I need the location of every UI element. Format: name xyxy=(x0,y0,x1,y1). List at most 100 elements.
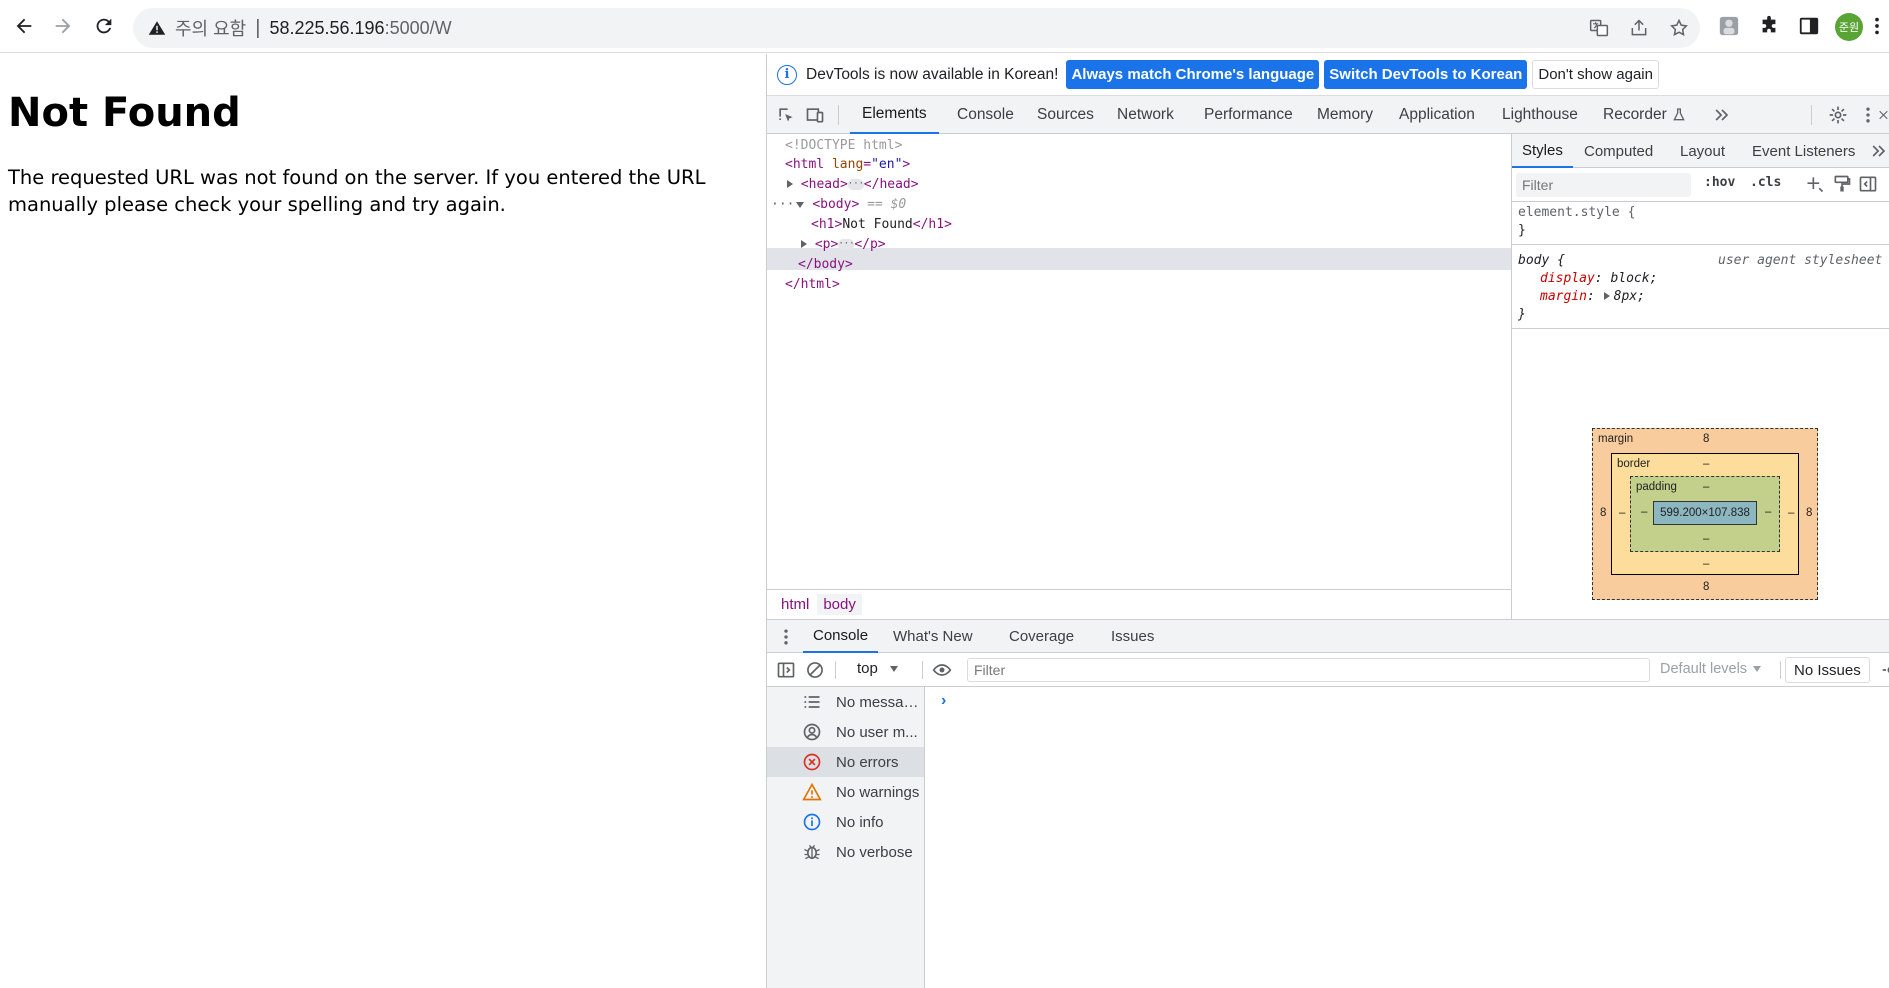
expand-caret-icon[interactable] xyxy=(787,180,793,188)
padding-right-value[interactable]: – xyxy=(1765,506,1771,518)
context-selector[interactable]: top xyxy=(857,660,898,677)
body-ua-rule[interactable]: body {user agent stylesheet display: blo… xyxy=(1512,248,1889,329)
console-filter-info[interactable]: No info xyxy=(767,807,924,837)
console-filter-messages[interactable]: No messag... xyxy=(767,687,924,717)
tab-layout[interactable]: Layout xyxy=(1680,134,1725,168)
dom-h1[interactable]: <h1>Not Found</h1> xyxy=(811,214,952,236)
clear-console-icon[interactable] xyxy=(804,659,826,681)
ellipsis-icon[interactable]: ··· xyxy=(838,239,855,250)
expand-caret-icon[interactable] xyxy=(801,240,807,248)
more-menu-icon[interactable] xyxy=(1870,13,1884,39)
profile-avatar[interactable]: 준원 xyxy=(1835,13,1863,41)
tab-styles[interactable]: Styles xyxy=(1512,134,1573,168)
extensions-puzzle-icon[interactable] xyxy=(1756,13,1782,39)
dom-p[interactable]: <p>···</p> xyxy=(801,234,886,256)
border-bottom-value[interactable]: – xyxy=(1703,558,1709,570)
padding-bottom-value[interactable]: – xyxy=(1703,533,1709,545)
row-menu-dots[interactable]: ··· xyxy=(771,197,794,212)
language-infobar: i DevTools is now available in Korean! A… xyxy=(767,54,1889,96)
warning-triangle-icon[interactable] xyxy=(147,18,167,38)
border-top-value[interactable]: – xyxy=(1703,458,1709,470)
cls-toggle[interactable]: .cls xyxy=(1750,175,1781,190)
dom-html-open[interactable]: <html lang="en"> xyxy=(785,154,910,176)
issues-counter-button[interactable]: No Issues xyxy=(1785,657,1870,683)
console-sidebar-toggle-icon[interactable] xyxy=(775,659,797,681)
paint-brush-icon[interactable] xyxy=(1831,173,1853,195)
bookmark-star-icon[interactable] xyxy=(1667,16,1691,40)
live-expression-eye-icon[interactable] xyxy=(931,659,953,681)
box-model-border[interactable]: border – – – – padding – – – – 599.200×1… xyxy=(1611,453,1799,575)
log-levels-dropdown[interactable]: Default levels xyxy=(1660,661,1762,677)
console-filter-errors[interactable]: No errors xyxy=(767,747,924,777)
device-toolbar-icon[interactable] xyxy=(804,104,826,126)
drawer-tab-issues[interactable]: Issues xyxy=(1111,620,1154,653)
translate-icon[interactable] xyxy=(1587,16,1611,40)
margin-top-value[interactable]: 8 xyxy=(1703,433,1709,445)
address-bar[interactable]: 주의 요함 | 58.225.56.196 :5000/W xyxy=(133,8,1700,48)
tab-performance[interactable]: Performance xyxy=(1204,96,1293,134)
tab-lighthouse[interactable]: Lighthouse xyxy=(1502,96,1578,134)
border-right-value[interactable]: – xyxy=(1788,507,1794,519)
settings-gear-icon[interactable] xyxy=(1827,104,1849,126)
tab-event-listeners[interactable]: Event Listeners xyxy=(1752,134,1855,168)
tab-network[interactable]: Network xyxy=(1117,96,1174,134)
drawer-tab-whats-new[interactable]: What's New xyxy=(893,620,973,653)
console-filter-input[interactable]: Filter xyxy=(967,658,1650,682)
tab-computed[interactable]: Computed xyxy=(1584,134,1653,168)
tab-recorder[interactable]: Recorder xyxy=(1603,96,1687,134)
drawer-tab-console[interactable]: Console xyxy=(803,620,879,653)
extension-avatar-icon[interactable] xyxy=(1716,13,1742,39)
devtools-menu-icon[interactable] xyxy=(1857,104,1879,126)
dom-head[interactable]: <head>···</head> xyxy=(787,174,919,196)
h1-text: Not Found xyxy=(842,217,913,232)
margin-left-value[interactable]: 8 xyxy=(1600,507,1606,519)
more-subtabs-icon[interactable] xyxy=(1868,140,1889,162)
share-icon[interactable] xyxy=(1627,16,1651,40)
collapse-caret-icon[interactable] xyxy=(796,202,805,208)
breadcrumb-html[interactable]: html xyxy=(775,594,815,615)
console-filter-verbose[interactable]: No verbose xyxy=(767,837,924,867)
margin-right-value[interactable]: 8 xyxy=(1806,507,1812,519)
security-label[interactable]: 주의 요함 xyxy=(175,15,246,41)
tab-sources[interactable]: Sources xyxy=(1037,96,1094,134)
ellipsis-icon[interactable]: ··· xyxy=(847,179,864,190)
console-settings-gear-icon[interactable] xyxy=(1881,660,1889,680)
console-filter-user-messages[interactable]: No user m... xyxy=(767,717,924,747)
reload-button[interactable] xyxy=(89,11,119,41)
dom-html-close[interactable]: </html> xyxy=(785,274,840,296)
toggle-sidebar-icon[interactable] xyxy=(1857,173,1879,195)
tab-memory[interactable]: Memory xyxy=(1317,96,1373,134)
styles-filter-input[interactable]: Filter xyxy=(1516,173,1691,197)
dont-show-again-button[interactable]: Don't show again xyxy=(1532,60,1659,89)
hov-toggle[interactable]: :hov xyxy=(1704,175,1735,190)
breadcrumb-body[interactable]: body xyxy=(817,594,862,615)
box-model-content-size[interactable]: 599.200×107.838 xyxy=(1653,501,1757,525)
switch-korean-button[interactable]: Switch DevTools to Korean xyxy=(1324,60,1528,89)
match-language-button[interactable]: Always match Chrome's language xyxy=(1066,60,1320,89)
expand-shorthand-icon[interactable] xyxy=(1603,292,1610,300)
doctype-text: <!DOCTYPE html> xyxy=(785,138,903,153)
new-rule-plus-icon[interactable] xyxy=(1804,173,1826,195)
console-prompt-chevron[interactable]: › xyxy=(941,692,946,710)
dom-body-selected[interactable]: ··· <body> == $0 xyxy=(771,194,906,216)
drawer-tab-coverage[interactable]: Coverage xyxy=(1009,620,1074,653)
margin-bottom-value[interactable]: 8 xyxy=(1703,581,1709,593)
element-style-rule[interactable]: element.style { } xyxy=(1512,202,1889,245)
dom-body-close[interactable]: </body> xyxy=(798,254,853,276)
drawer-menu-icon[interactable] xyxy=(775,626,797,648)
back-button[interactable] xyxy=(9,11,39,41)
tab-application[interactable]: Application xyxy=(1399,96,1475,134)
border-left-value[interactable]: – xyxy=(1619,507,1625,519)
padding-top-value[interactable]: – xyxy=(1703,481,1709,493)
inspect-element-icon[interactable] xyxy=(775,104,797,126)
box-model-padding[interactable]: padding – – – – 599.200×107.838 xyxy=(1630,476,1780,552)
more-tabs-icon[interactable] xyxy=(1711,104,1733,126)
box-model-margin[interactable]: margin 8 8 8 8 border – – – – padding – … xyxy=(1592,428,1818,600)
padding-left-value[interactable]: – xyxy=(1641,506,1647,518)
console-filter-warnings[interactable]: No warnings xyxy=(767,777,924,807)
side-panel-icon[interactable] xyxy=(1796,13,1822,39)
tab-console[interactable]: Console xyxy=(957,96,1014,134)
close-devtools-icon[interactable] xyxy=(1877,104,1889,126)
forward-button[interactable] xyxy=(48,11,78,41)
tab-elements[interactable]: Elements xyxy=(850,96,939,134)
